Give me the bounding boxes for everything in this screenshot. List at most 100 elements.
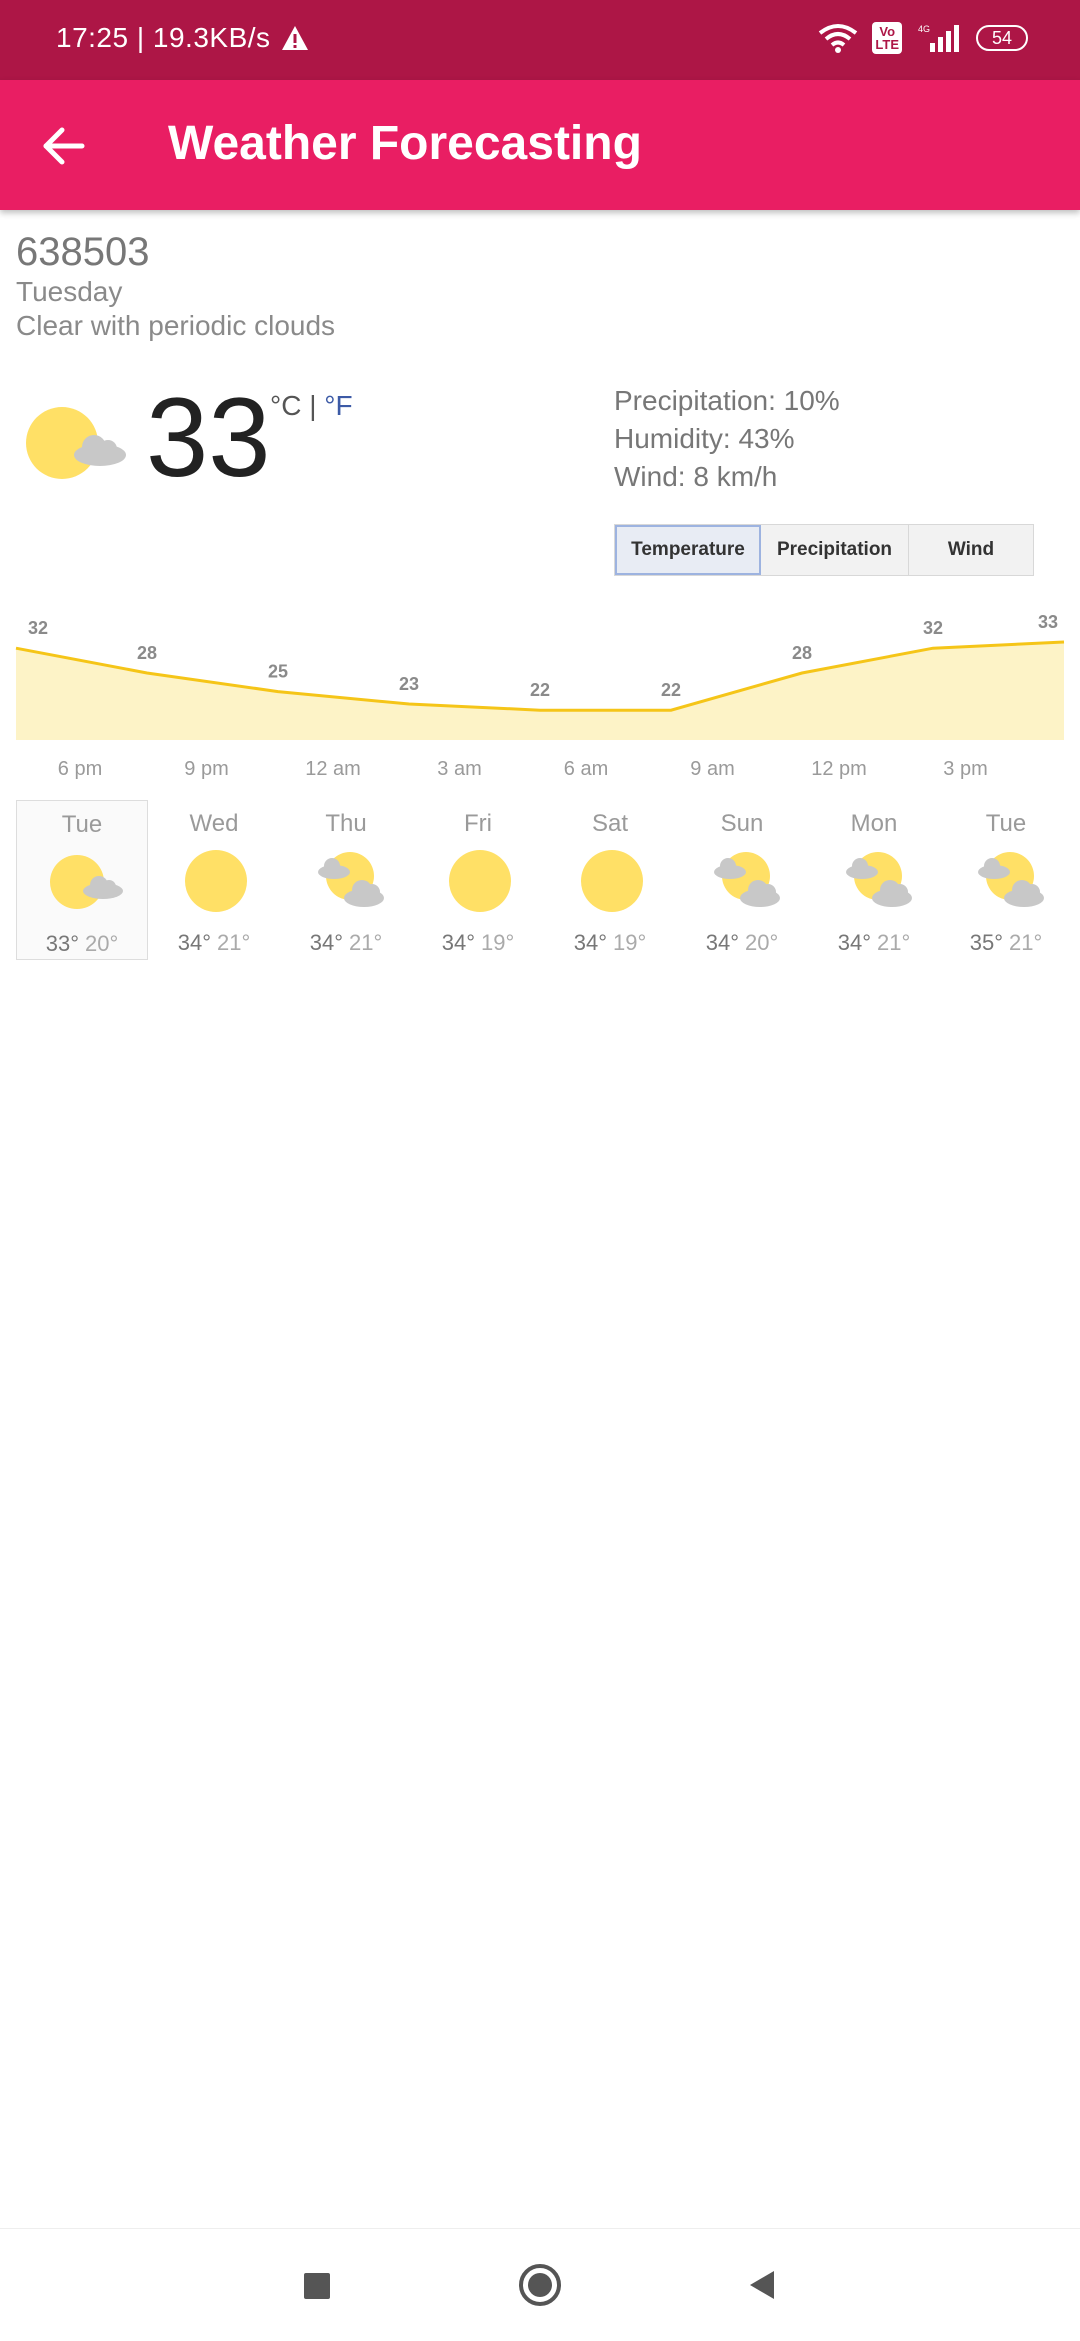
app-title: Weather Forecasting: [168, 117, 642, 170]
temperature-data-label: 28: [137, 643, 157, 663]
forecast-low: 21°: [877, 930, 911, 955]
sun-cloud-icon: [714, 852, 780, 907]
hour-axis: 6 pm 9 pm 12 am 3 am 6 am 9 am 12 pm 3 pm: [0, 758, 1080, 788]
forecast-day[interactable]: Sun 34° 20°: [676, 800, 808, 960]
current-temperature: 33: [146, 375, 271, 500]
forecast-high: 33°: [45, 931, 79, 956]
sun-icon: [581, 850, 643, 912]
forecast-temps: 34° 19°: [544, 930, 676, 956]
home-icon[interactable]: [518, 2263, 562, 2307]
temperature-chart: 32 28 25 23 22 22 28 32 33: [15, 612, 1065, 740]
tab-wind[interactable]: Wind: [909, 525, 1033, 575]
forecast-temps: 34° 21°: [808, 930, 940, 956]
forecast-day[interactable]: Thu 34° 21°: [280, 800, 412, 960]
forecast-day-name: Thu: [325, 810, 367, 837]
forecast-temps: 33° 20°: [17, 931, 147, 957]
forecast-low: 20°: [745, 930, 779, 955]
volte-badge: Vo LTE: [872, 22, 902, 54]
forecast-day-name: Tue: [985, 810, 1027, 837]
forecast-high: 34°: [573, 930, 607, 955]
hour-label: 6 pm: [57, 758, 103, 780]
unit-separator: |: [301, 390, 325, 421]
recents-icon[interactable]: [296, 2265, 336, 2305]
warning-icon: [281, 26, 308, 50]
fahrenheit-unit[interactable]: °F: [324, 390, 352, 421]
forecast-temps: 35° 21°: [940, 930, 1072, 956]
forecast-day-name: Mon: [850, 810, 898, 837]
forecast-day[interactable]: Tue 35° 21°: [940, 800, 1072, 960]
forecast-high: 34°: [309, 930, 343, 955]
back-nav-icon[interactable]: [742, 2265, 782, 2305]
tab-precipitation[interactable]: Precipitation: [761, 525, 909, 575]
chart-tabs: Temperature Precipitation Wind: [614, 524, 1034, 576]
hour-label: 6 am: [563, 758, 609, 780]
temperature-data-label: 22: [530, 680, 550, 700]
temperature-data-label: 32: [923, 618, 943, 638]
temperature-data-label: 28: [792, 643, 812, 663]
app-bar: Weather Forecasting: [0, 80, 1080, 210]
forecast-low: 21°: [349, 930, 383, 955]
partly-sunny-icon: [26, 407, 126, 479]
back-arrow-icon[interactable]: [38, 120, 90, 172]
hour-label: 12 am: [305, 758, 361, 780]
sun-cloud-icon: [318, 852, 384, 907]
location-label: 638503: [16, 230, 150, 274]
wifi-icon: [819, 24, 858, 53]
hour-label: 9 am: [690, 758, 735, 780]
hour-label: 12 pm: [811, 758, 867, 780]
status-left: 17:25 | 19.3KB/s: [56, 22, 309, 54]
forecast-day[interactable]: Mon 34° 21°: [808, 800, 940, 960]
forecast-day[interactable]: Sat 34° 19°: [544, 800, 676, 960]
navigation-bar: [0, 2228, 1080, 2341]
hour-label: 9 pm: [184, 758, 229, 780]
battery-level: 54: [991, 27, 1013, 48]
temperature-data-label: 25: [268, 662, 288, 682]
sun-icon: [185, 850, 247, 912]
humidity-label: Humidity: 43%: [614, 423, 795, 454]
forecast-day-name: Fri: [464, 810, 492, 837]
hour-label: 3 pm: [943, 758, 988, 780]
day-label: Tuesday: [16, 276, 123, 307]
forecast-high: 34°: [705, 930, 739, 955]
temperature-data-label: 23: [399, 674, 419, 694]
forecast-temps: 34° 21°: [148, 930, 280, 956]
wind-label: Wind: 8 km/h: [614, 461, 778, 492]
status-time-speed: 17:25 | 19.3KB/s: [56, 22, 271, 53]
forecast-low: 19°: [481, 930, 515, 955]
temperature-data-label: 22: [661, 680, 681, 700]
tab-temperature[interactable]: Temperature: [615, 525, 761, 575]
sun-cloud-icon: [978, 852, 1044, 907]
forecast-day-name: Tue: [61, 811, 103, 838]
sun-icon: [449, 850, 511, 912]
signal-icon: 4G: [918, 24, 959, 52]
battery-indicator: 54: [976, 25, 1028, 51]
daily-forecast: Tue 33° 20° Wed 34° 21° Thu 34° 21° Fri 34° 19° Sat 3…: [16, 800, 1072, 960]
forecast-high: 34°: [441, 930, 475, 955]
forecast-high: 35°: [969, 930, 1003, 955]
celsius-unit[interactable]: °C: [270, 390, 301, 421]
status-right: Vo LTE 4G 54: [818, 22, 1028, 54]
forecast-high: 34°: [837, 930, 871, 955]
forecast-temps: 34° 20°: [676, 930, 808, 956]
forecast-high: 34°: [177, 930, 211, 955]
forecast-low: 19°: [613, 930, 647, 955]
forecast-low: 21°: [1009, 930, 1043, 955]
forecast-temps: 34° 19°: [412, 930, 544, 956]
forecast-day-name: Wed: [189, 810, 239, 837]
forecast-temps: 34° 21°: [280, 930, 412, 956]
sun-cloud-icon: [846, 852, 912, 907]
status-bar: 17:25 | 19.3KB/s Vo LTE 4G 54: [0, 0, 1080, 80]
forecast-day[interactable]: Fri 34° 19°: [412, 800, 544, 960]
condition-label: Clear with periodic clouds: [16, 310, 336, 341]
svg-text:4G: 4G: [918, 24, 930, 34]
temperature-data-label: 32: [28, 618, 48, 638]
precipitation-label: Precipitation: 10%: [614, 385, 840, 416]
forecast-day-name: Sat: [591, 810, 629, 837]
temperature-data-label: 33: [1038, 612, 1058, 632]
forecast-low: 21°: [217, 930, 251, 955]
unit-toggle: °C | °F: [270, 390, 353, 422]
forecast-day-name: Sun: [720, 810, 764, 837]
forecast-day[interactable]: Tue 33° 20°: [16, 800, 148, 960]
forecast-day[interactable]: Wed 34° 21°: [148, 800, 280, 960]
weather-details: Precipitation: 10% Humidity: 43% Wind: 8…: [614, 382, 840, 496]
